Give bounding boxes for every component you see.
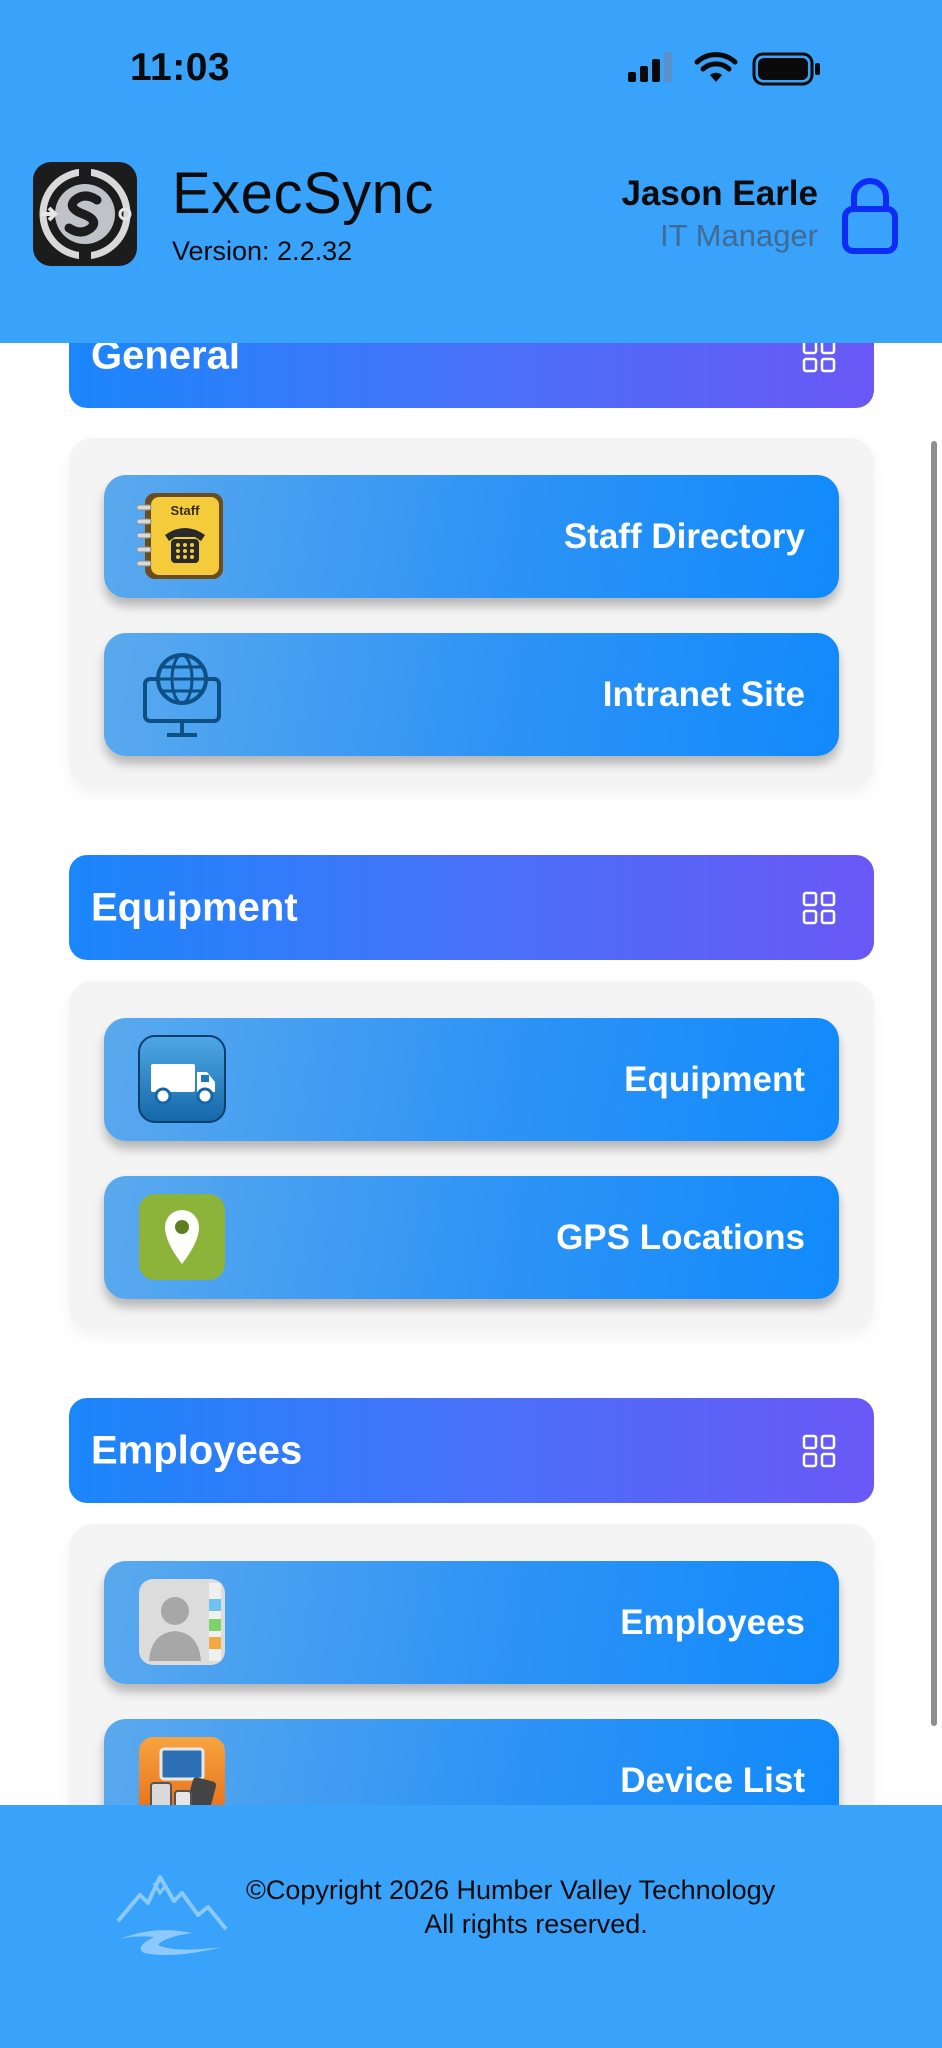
contacts-icon (139, 1579, 225, 1665)
user-role: IT Manager (660, 218, 818, 253)
section-panel-general: Staff Staff Directory Intranet Site (69, 438, 874, 788)
devices-icon (139, 1737, 225, 1805)
app-footer: ©Copyright 2026 Humber Valley Technology… (0, 1805, 942, 2048)
status-time: 11:03 (130, 46, 231, 89)
tile-label: Device List (620, 1760, 805, 1800)
grid-icon[interactable] (802, 1434, 836, 1468)
app-version: Version: 2.2.32 (172, 236, 353, 266)
scrollbar-thumb[interactable] (931, 441, 937, 1726)
status-bar: 11:03 (0, 0, 942, 140)
section-panel-employees: Employees Device List (69, 1524, 874, 1805)
svg-text:Staff: Staff (171, 503, 201, 518)
tile-label: Employees (620, 1602, 805, 1642)
tile-intranet-site[interactable]: Intranet Site (104, 633, 839, 756)
section-header-employees[interactable]: Employees (69, 1398, 874, 1503)
section-header-equipment[interactable]: Equipment (69, 855, 874, 960)
grid-icon[interactable] (802, 343, 836, 373)
wifi-icon (694, 52, 738, 82)
section-title: General (91, 343, 240, 377)
tile-label: Equipment (624, 1059, 805, 1099)
section-header-general[interactable]: General (69, 343, 874, 408)
app-logo (33, 162, 137, 266)
grid-icon[interactable] (802, 891, 836, 925)
section-title: Equipment (91, 885, 298, 929)
tile-gps-locations[interactable]: GPS Locations (104, 1176, 839, 1299)
tile-label: Intranet Site (602, 674, 805, 714)
tile-device-list[interactable]: Device List (104, 1719, 839, 1805)
staff-phonebook-icon: Staff (137, 493, 223, 579)
signal-icon (628, 52, 672, 82)
tile-equipment[interactable]: Equipment (104, 1018, 839, 1141)
footer-copyright: ©Copyright 2026 Humber Valley Technology (246, 1875, 776, 1905)
tile-label: GPS Locations (556, 1217, 805, 1257)
battery-icon (752, 52, 820, 86)
map-pin-icon (139, 1194, 225, 1280)
app-name: ExecSync (172, 161, 434, 226)
truck-icon (138, 1035, 226, 1123)
tile-staff-directory[interactable]: Staff Staff Directory (104, 475, 839, 598)
tile-label: Staff Directory (563, 516, 805, 556)
tile-employees[interactable]: Employees (104, 1561, 839, 1684)
lock-icon (842, 178, 898, 254)
lock-button[interactable] (840, 175, 900, 255)
footer-rights: All rights reserved. (424, 1909, 648, 1939)
globe-monitor-icon (143, 653, 221, 737)
app-header: 11:03 ExecSync Version: 2.2.32 Jason Ear… (0, 0, 942, 343)
user-name: Jason Earle (621, 174, 819, 213)
section-title: Employees (91, 1428, 303, 1472)
content-scroll-area[interactable]: General Staff Staff Directory Intranet S… (0, 343, 942, 1805)
section-panel-equipment: Equipment GPS Locations (69, 981, 874, 1331)
